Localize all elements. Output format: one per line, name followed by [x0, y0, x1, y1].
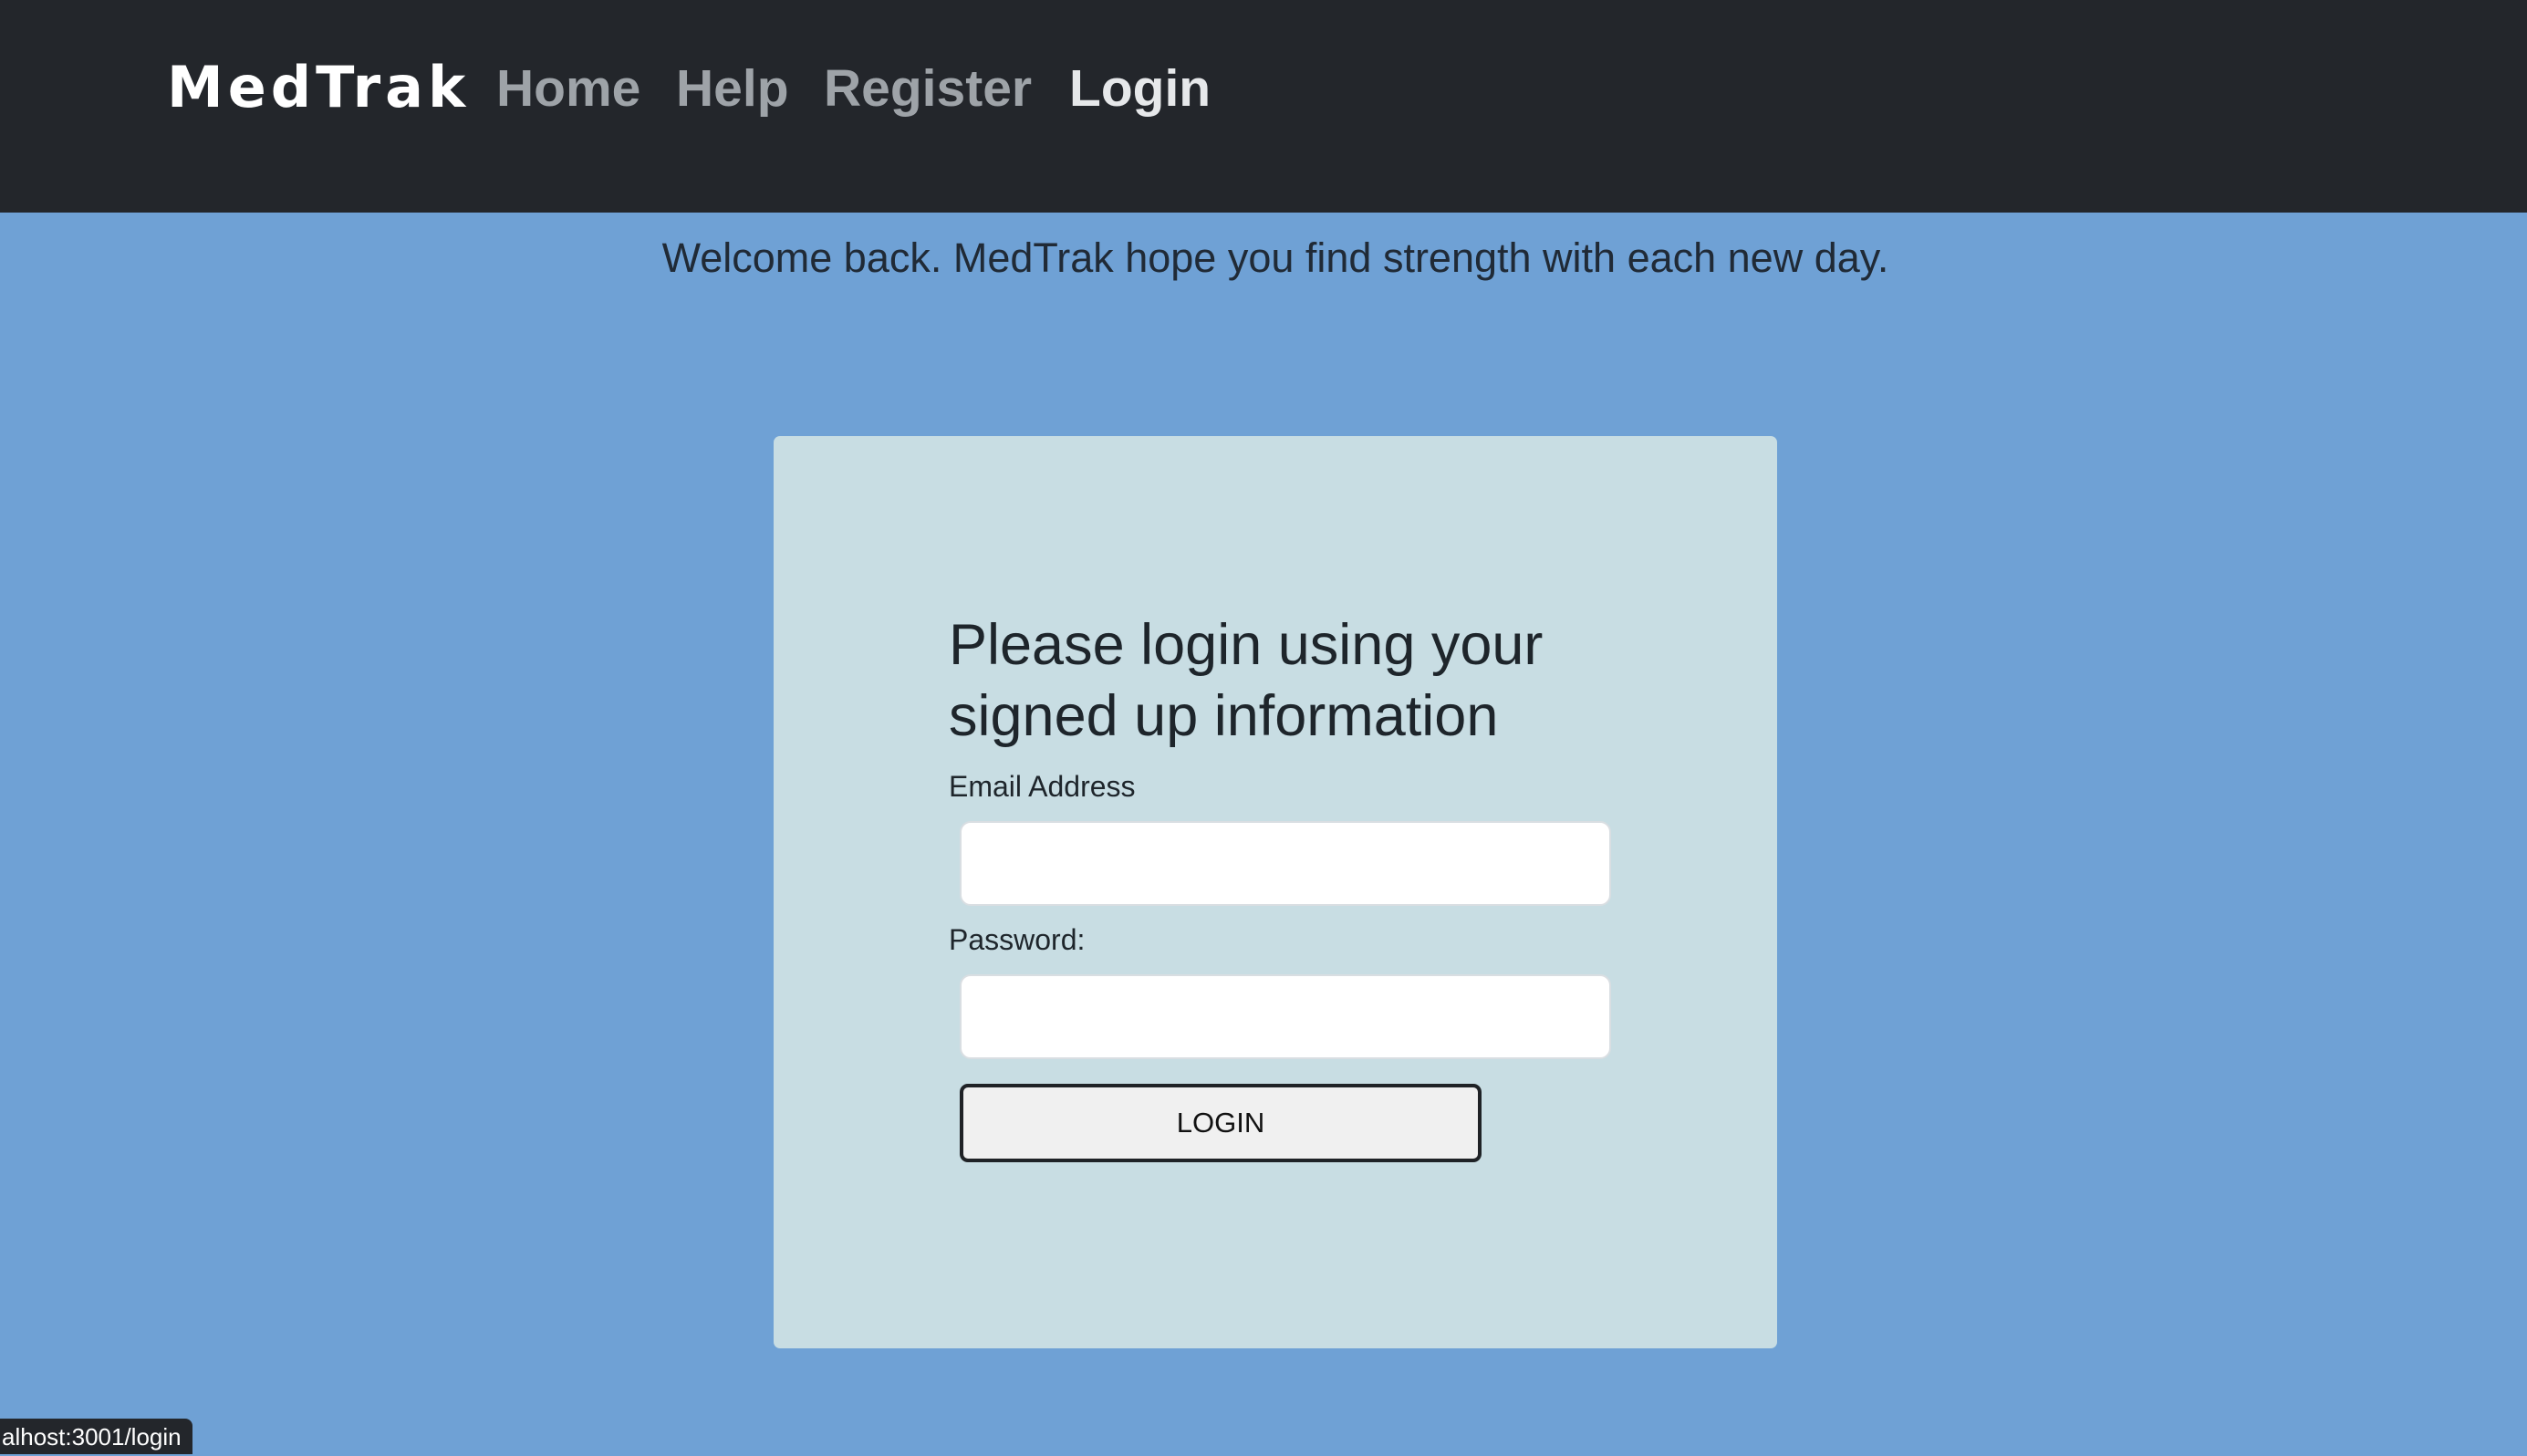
welcome-message: Welcome back. MedTrak hope you find stre…	[661, 234, 1889, 281]
password-field[interactable]	[960, 974, 1611, 1059]
nav-link-help[interactable]: Help	[676, 54, 789, 123]
nav-link-register[interactable]: Register	[824, 54, 1032, 123]
brand-logo[interactable]: MedTrak	[167, 51, 470, 124]
login-form-title: Please login using your signed up inform…	[949, 613, 1544, 748]
email-field[interactable]	[960, 821, 1611, 906]
status-bar-url: alhost:3001/login	[0, 1419, 192, 1454]
login-card: Please login using your signed up inform…	[774, 436, 1777, 1348]
password-label: Password:	[949, 923, 1086, 956]
nav-link-login[interactable]: Login	[1069, 54, 1211, 123]
login-button[interactable]: LOGIN	[960, 1084, 1482, 1162]
top-navbar: MedTrak Home Help Register Login	[0, 0, 2527, 213]
nav-link-home[interactable]: Home	[496, 54, 640, 123]
email-label: Email Address	[949, 770, 1136, 803]
